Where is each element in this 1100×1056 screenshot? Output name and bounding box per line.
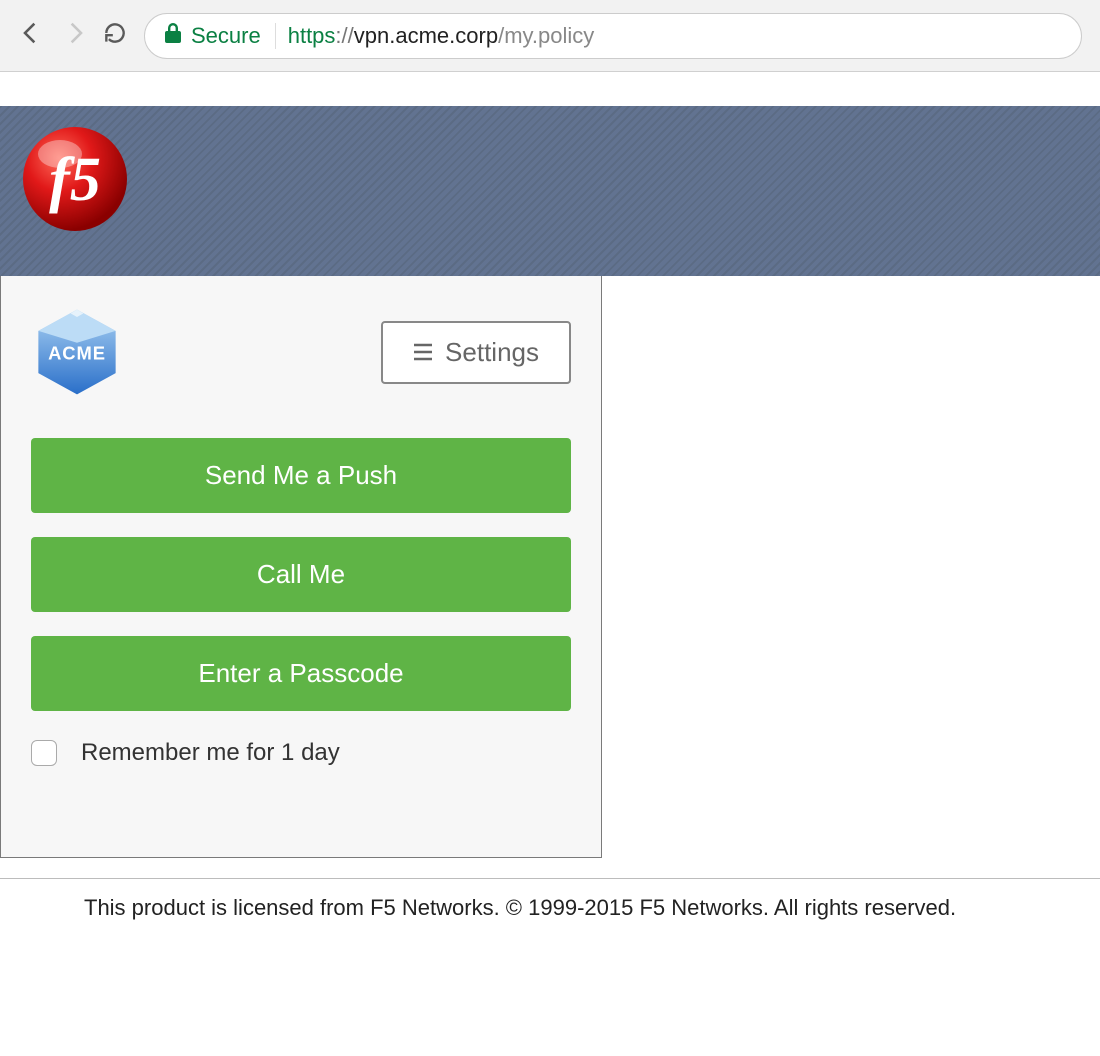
page-banner: f5 [0,106,1100,276]
acme-logo: ACME [31,306,123,398]
secure-indicator: Secure [165,23,276,49]
menu-icon [413,337,433,368]
footer-text: This product is licensed from F5 Network… [0,879,1100,937]
url-text: https://vpn.acme.corp/my.policy [288,23,595,49]
send-push-button[interactable]: Send Me a Push [31,438,571,513]
remember-me-row[interactable]: Remember me for 1 day [31,735,571,827]
nav-buttons [18,19,128,52]
lock-icon [165,23,181,49]
svg-text:f5: f5 [49,146,101,214]
forward-button [60,19,88,52]
call-me-button[interactable]: Call Me [31,537,571,612]
enter-passcode-button[interactable]: Enter a Passcode [31,636,571,711]
reload-button[interactable] [102,20,128,51]
remember-me-label: Remember me for 1 day [81,739,340,767]
back-button[interactable] [18,19,46,52]
settings-button[interactable]: Settings [381,321,571,384]
secure-label-text: Secure [191,23,261,49]
f5-logo: f5 [20,124,130,234]
address-bar[interactable]: Secure https://vpn.acme.corp/my.policy [144,13,1082,59]
browser-toolbar: Secure https://vpn.acme.corp/my.policy [0,0,1100,72]
settings-label: Settings [445,337,539,368]
duo-prompt: ACME Settings Send Me a Push Call Me Ent… [0,276,602,858]
svg-text:ACME: ACME [48,342,106,363]
remember-me-checkbox[interactable] [31,740,57,766]
